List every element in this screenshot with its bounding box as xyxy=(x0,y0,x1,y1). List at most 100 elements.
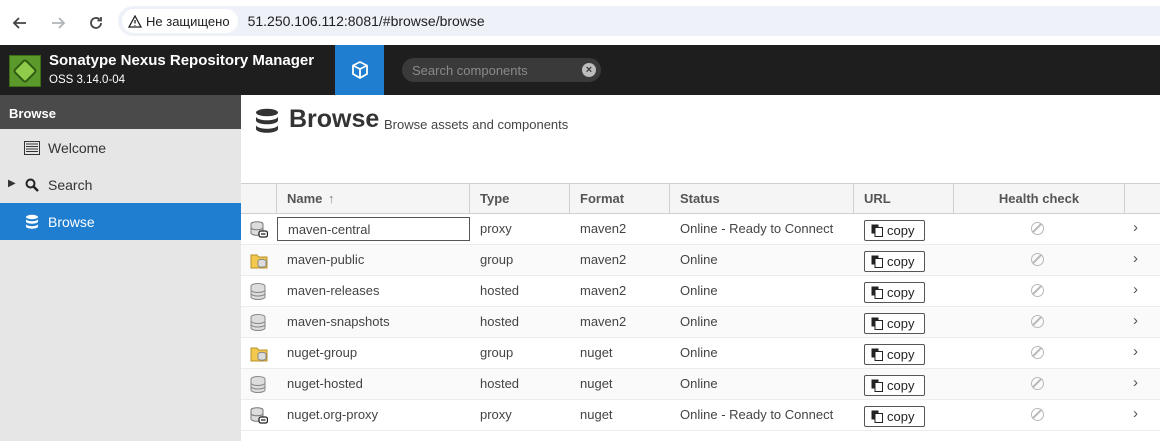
chevron-right-icon[interactable]: › xyxy=(1133,374,1138,391)
hosted-repo-icon xyxy=(250,314,268,332)
table-row[interactable]: maven-snapshots hosted maven2 Online copy › xyxy=(241,307,1160,338)
hosted-repo-icon xyxy=(250,376,268,394)
repository-table: Name ↑ Type Format Status URL Health che… xyxy=(241,183,1160,431)
repository-type: hosted xyxy=(480,314,520,329)
search-input[interactable] xyxy=(412,62,572,78)
chevron-right-icon[interactable]: › xyxy=(1133,312,1138,329)
reload-icon[interactable] xyxy=(78,5,114,41)
cube-icon xyxy=(351,60,368,80)
clear-search-icon[interactable]: × xyxy=(582,63,596,77)
app-header: Sonatype Nexus Repository Manager OSS 3.… xyxy=(0,45,1160,95)
forward-arrow-icon[interactable] xyxy=(40,5,76,41)
group-repo-icon xyxy=(250,345,268,362)
table-header: Name ↑ Type Format Status URL Health che… xyxy=(241,183,1160,214)
chevron-right-icon[interactable]: › xyxy=(1133,250,1138,267)
column-header-url[interactable]: URL xyxy=(854,184,954,214)
repository-name[interactable]: maven-public xyxy=(277,248,470,272)
warning-icon xyxy=(128,14,142,28)
expand-arrow-icon[interactable]: ▶ xyxy=(8,178,16,189)
column-header-health-check[interactable]: Health check xyxy=(954,184,1125,214)
sidebar-item-welcome[interactable]: Welcome xyxy=(0,129,241,166)
table-row[interactable]: nuget-hosted hosted nuget Online copy › xyxy=(241,369,1160,400)
health-check-disabled-icon[interactable] xyxy=(1031,315,1044,328)
copy-url-button[interactable]: copy xyxy=(864,406,925,427)
copy-url-button[interactable]: copy xyxy=(864,344,925,365)
copy-url-button[interactable]: copy xyxy=(864,251,925,272)
sidebar-item-label: Search xyxy=(48,177,93,193)
table-row[interactable]: maven-public group maven2 Online copy › xyxy=(241,245,1160,276)
copy-label: copy xyxy=(887,378,915,393)
chevron-right-icon[interactable]: › xyxy=(1133,405,1138,422)
repository-status: Online - Ready to Connect xyxy=(680,221,834,236)
copy-url-button[interactable]: copy xyxy=(864,282,925,303)
repository-status: Online - Ready to Connect xyxy=(680,407,834,422)
repository-name[interactable]: nuget-group xyxy=(277,341,470,365)
chevron-right-icon[interactable]: › xyxy=(1133,281,1138,298)
copy-icon xyxy=(871,224,883,237)
repository-type: group xyxy=(480,252,514,267)
repository-name[interactable]: maven-releases xyxy=(277,279,470,303)
health-check-disabled-icon[interactable] xyxy=(1031,346,1044,359)
group-repo-icon xyxy=(250,252,268,269)
health-check-disabled-icon[interactable] xyxy=(1031,253,1044,266)
sidebar-item-label: Browse xyxy=(48,214,95,230)
sidebar-item-search[interactable]: ▶ Search xyxy=(0,166,241,203)
repository-name[interactable]: maven-central xyxy=(277,217,470,241)
page-title: Browse xyxy=(289,105,380,133)
component-search[interactable]: × xyxy=(402,58,601,82)
chevron-right-icon[interactable]: › xyxy=(1133,343,1138,360)
repository-format: maven2 xyxy=(580,221,627,236)
table-row[interactable]: maven-releases hosted maven2 Online copy › xyxy=(241,276,1160,307)
app-brand: Sonatype Nexus Repository Manager xyxy=(49,52,315,69)
copy-label: copy xyxy=(887,254,915,269)
browser-toolbar: Не защищено 51.250.106.112:8081/#browse/… xyxy=(0,0,1160,45)
copy-url-button[interactable]: copy xyxy=(864,313,925,334)
proxy-repo-icon xyxy=(250,221,269,238)
column-header-format[interactable]: Format xyxy=(570,184,670,214)
hosted-repo-icon xyxy=(250,283,268,301)
repository-type: hosted xyxy=(480,283,520,298)
health-check-disabled-icon[interactable] xyxy=(1031,222,1044,235)
repository-format: maven2 xyxy=(580,314,627,329)
copy-icon xyxy=(871,379,883,392)
sort-ascending-icon: ↑ xyxy=(328,191,335,206)
browse-mode-button[interactable] xyxy=(335,45,384,95)
repository-status: Online xyxy=(680,252,718,267)
magnifier-icon xyxy=(24,177,40,193)
table-row[interactable]: maven-central proxy maven2 Online - Ready t… xyxy=(241,214,1160,245)
repository-status: Online xyxy=(680,314,718,329)
column-header-status[interactable]: Status xyxy=(670,184,854,214)
url-text[interactable]: 51.250.106.112:8081/#browse/browse xyxy=(248,13,485,29)
back-arrow-icon[interactable] xyxy=(2,5,38,41)
sidebar: Browse Welcome ▶ Search Browse xyxy=(0,95,241,441)
sidebar-item-browse[interactable]: Browse xyxy=(0,203,241,240)
health-check-disabled-icon[interactable] xyxy=(1031,284,1044,297)
chevron-right-icon[interactable]: › xyxy=(1133,219,1138,236)
repository-type: group xyxy=(480,345,514,360)
copy-label: copy xyxy=(887,347,915,362)
repository-status: Online xyxy=(680,345,718,360)
copy-url-button[interactable]: copy xyxy=(864,375,925,396)
copy-label: copy xyxy=(887,285,915,300)
table-row[interactable]: nuget.org-proxy proxy nuget Online - Ready … xyxy=(241,400,1160,431)
list-icon xyxy=(24,140,40,156)
copy-label: copy xyxy=(887,409,915,424)
sidebar-header: Browse xyxy=(0,95,241,129)
table-row[interactable]: nuget-group group nuget Online copy › xyxy=(241,338,1160,369)
repository-type: proxy xyxy=(480,221,512,236)
column-header-type[interactable]: Type xyxy=(470,184,570,214)
address-bar[interactable]: Не защищено 51.250.106.112:8081/#browse/… xyxy=(118,6,1160,36)
copy-icon xyxy=(871,255,883,268)
page-subtitle: Browse assets and components xyxy=(384,117,569,132)
repository-name[interactable]: nuget.org-proxy xyxy=(277,403,470,427)
health-check-disabled-icon[interactable] xyxy=(1031,377,1044,390)
database-icon xyxy=(256,108,278,133)
repository-format: nuget xyxy=(580,407,613,422)
security-indicator[interactable]: Не защищено xyxy=(122,9,238,33)
table-body: maven-central proxy maven2 Online - Ready t… xyxy=(241,214,1160,431)
repository-name[interactable]: maven-snapshots xyxy=(277,310,470,334)
copy-url-button[interactable]: copy xyxy=(864,220,925,241)
column-header-name[interactable]: Name ↑ xyxy=(277,184,470,214)
health-check-disabled-icon[interactable] xyxy=(1031,408,1044,421)
repository-name[interactable]: nuget-hosted xyxy=(277,372,470,396)
